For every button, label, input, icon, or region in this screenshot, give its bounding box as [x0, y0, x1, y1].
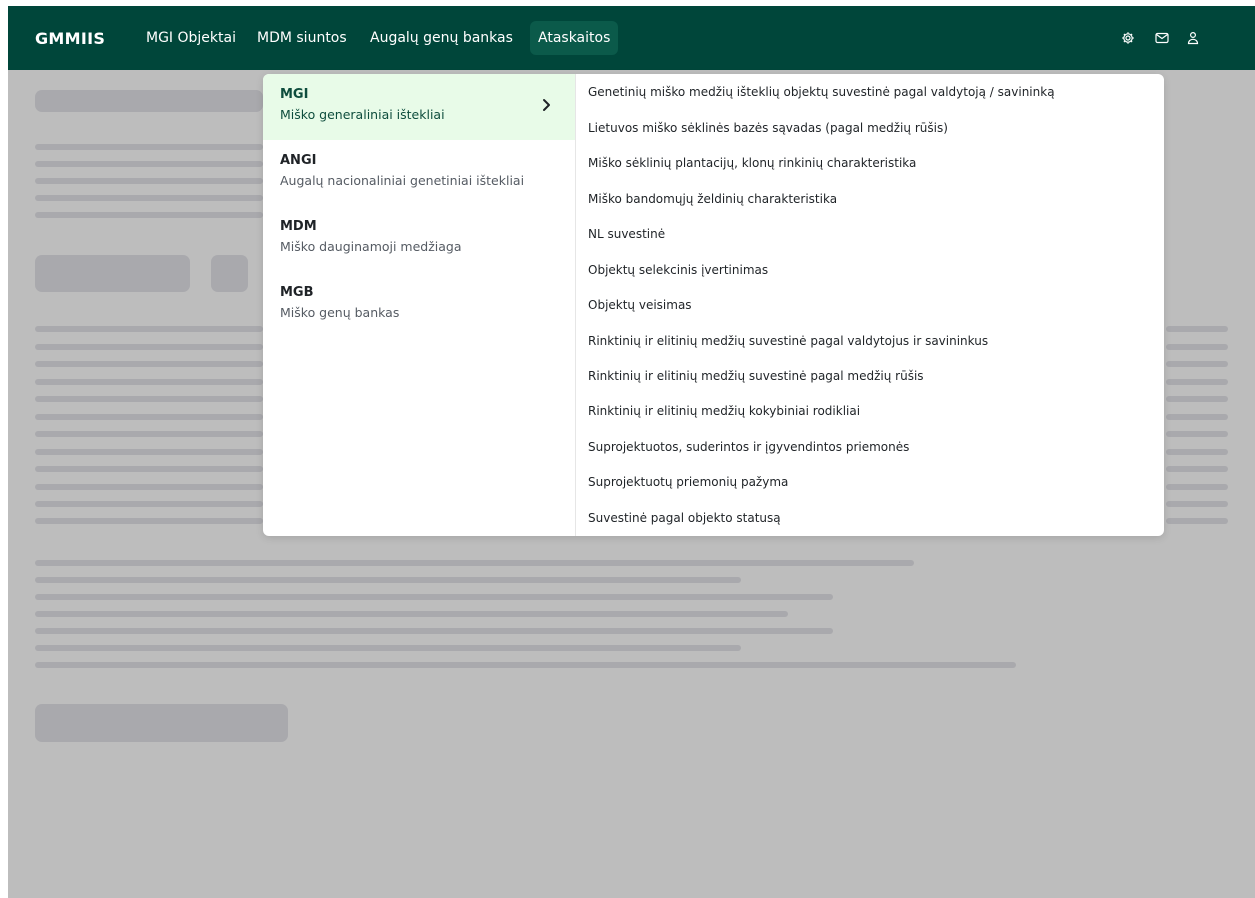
report-link[interactable]: Miško bandomųjų želdinių charakteristika	[588, 191, 837, 207]
report-link[interactable]: Objektų selekcinis įvertinimas	[588, 262, 768, 278]
report-link[interactable]: Rinktinių ir elitinių medžių suvestinė p…	[588, 368, 924, 384]
gear-icon[interactable]	[1118, 28, 1138, 48]
skeleton-line	[35, 594, 833, 600]
skeleton-line	[35, 560, 914, 566]
skeleton-line	[1166, 379, 1228, 385]
reports-dropdown-menu: MGI Miško generaliniai ištekliai ANGI Au…	[263, 74, 1164, 536]
skeleton-line	[35, 484, 263, 490]
skeleton-line	[1166, 518, 1228, 524]
skeleton-line	[1166, 501, 1228, 507]
skeleton-line	[35, 662, 1016, 668]
skeleton-line	[35, 212, 263, 218]
category-item-mdm[interactable]: MDM Miško dauginamoji medžiaga	[263, 206, 575, 272]
skeleton-line	[1166, 344, 1228, 350]
report-link[interactable]: Genetinių miško medžių išteklių objektų …	[588, 84, 1055, 100]
skeleton-line	[35, 611, 788, 617]
report-link[interactable]: Suprojektuotos, suderintos ir įgyvendint…	[588, 439, 909, 455]
report-link[interactable]: Lietuvos miško sėklinės bazės sąvadas (p…	[588, 120, 948, 136]
category-code: ANGI	[280, 153, 317, 168]
category-code: MGB	[280, 285, 314, 300]
skeleton-button	[35, 255, 190, 292]
category-name: Miško genų bankas	[280, 305, 400, 320]
skeleton-line	[1166, 449, 1228, 455]
skeleton-line	[35, 178, 263, 184]
skeleton-line	[1166, 396, 1228, 402]
skeleton-line	[35, 414, 263, 420]
skeleton-line	[35, 396, 263, 402]
nav-ataskaitos[interactable]: Ataskaitos	[530, 21, 619, 55]
category-item-mgi[interactable]: MGI Miško generaliniai ištekliai	[263, 74, 575, 140]
skeleton-line	[35, 501, 263, 507]
skeleton-line	[1166, 361, 1228, 367]
top-navigation-bar: GMMIIS MGI Objektai MDM siuntos Augalų g…	[8, 6, 1255, 70]
report-link[interactable]: Suprojektuotų priemonių pažyma	[588, 474, 788, 490]
category-code: MGI	[280, 87, 309, 102]
skeleton-line	[35, 431, 263, 437]
category-name: Miško generaliniai ištekliai	[280, 107, 445, 122]
category-name: Augalų nacionaliniai genetiniai išteklia…	[280, 173, 525, 188]
report-link[interactable]: Objektų veisimas	[588, 297, 692, 313]
skeleton-line	[35, 361, 263, 367]
report-list: Genetinių miško medžių išteklių objektų …	[576, 74, 1164, 536]
skeleton-line	[35, 344, 263, 350]
nav-augalu-genu-bankas[interactable]: Augalų genų bankas	[370, 21, 513, 55]
skeleton-line	[35, 161, 263, 167]
skeleton-line	[35, 195, 263, 201]
report-link[interactable]: NL suvestinė	[588, 226, 665, 242]
skeleton-title	[35, 90, 263, 112]
category-item-mgb[interactable]: MGB Miško genų bankas	[263, 272, 575, 338]
skeleton-line	[35, 379, 263, 385]
skeleton-line	[35, 577, 741, 583]
skeleton-line	[35, 466, 263, 472]
skeleton-line	[1166, 466, 1228, 472]
skeleton-line	[1166, 326, 1228, 332]
user-icon[interactable]	[1183, 28, 1203, 48]
skeleton-line	[35, 449, 263, 455]
skeleton-button	[35, 704, 288, 742]
skeleton-line	[35, 144, 263, 150]
skeleton-line	[35, 326, 263, 332]
report-link[interactable]: Miško sėklinių plantacijų, klonų rinkini…	[588, 155, 916, 171]
category-name: Miško dauginamoji medžiaga	[280, 239, 462, 254]
report-link[interactable]: Suvestinė pagal objekto statusą	[588, 510, 781, 526]
chevron-right-icon	[543, 99, 550, 111]
mail-icon[interactable]	[1152, 28, 1172, 48]
skeleton-line	[1166, 431, 1228, 437]
skeleton-line	[1166, 414, 1228, 420]
report-link[interactable]: Rinktinių ir elitinių medžių suvestinė p…	[588, 333, 988, 349]
category-list: MGI Miško generaliniai ištekliai ANGI Au…	[263, 74, 576, 536]
skeleton-line	[35, 628, 833, 634]
nav-mdm-siuntos[interactable]: MDM siuntos	[257, 21, 347, 55]
skeleton-line	[1166, 484, 1228, 490]
skeleton-icon-button	[211, 255, 248, 292]
report-link[interactable]: Rinktinių ir elitinių medžių kokybiniai …	[588, 403, 860, 419]
category-code: MDM	[280, 219, 317, 234]
nav-mgi-objektai[interactable]: MGI Objektai	[146, 21, 236, 55]
skeleton-line	[35, 645, 741, 651]
category-item-angi[interactable]: ANGI Augalų nacionaliniai genetiniai išt…	[263, 140, 575, 206]
skeleton-line	[35, 518, 263, 524]
app-logo[interactable]: GMMIIS	[35, 29, 105, 48]
